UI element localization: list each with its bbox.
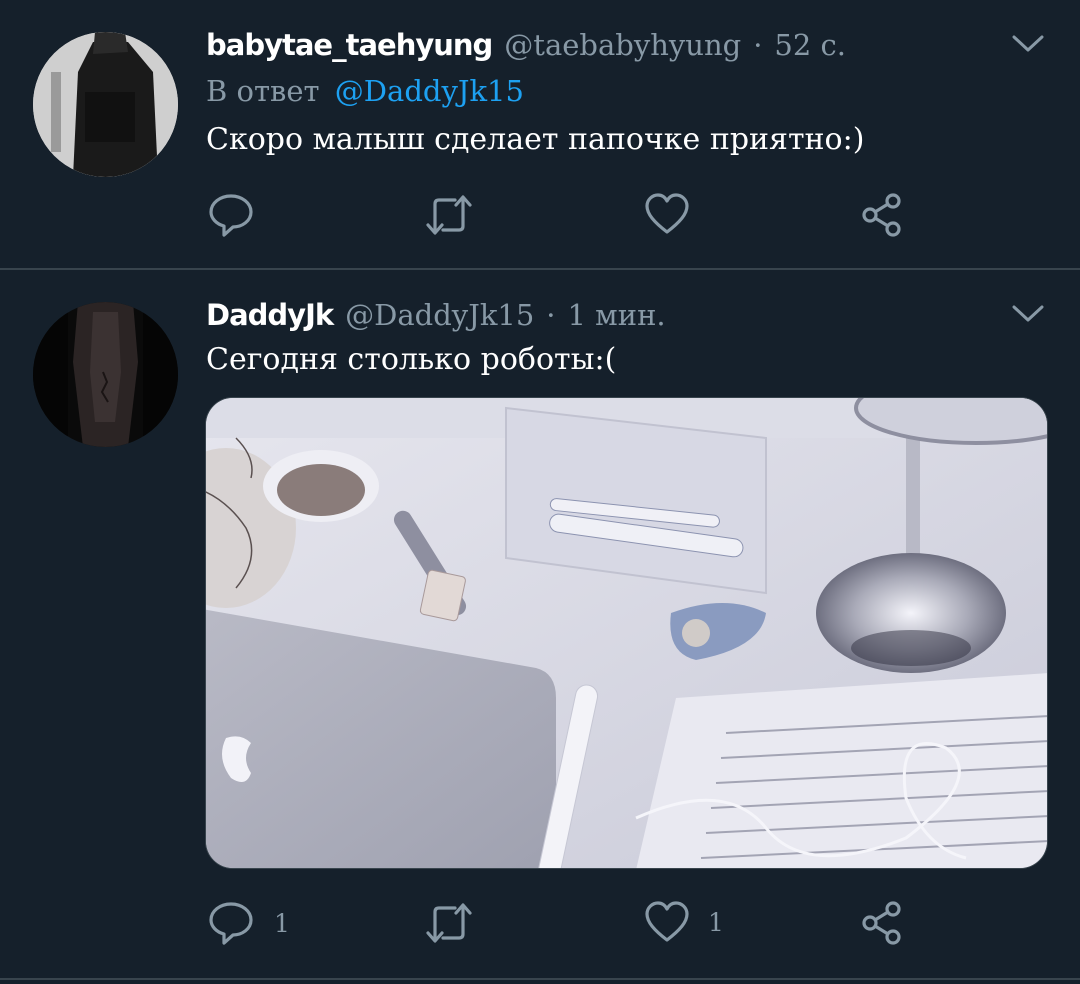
reply-icon — [206, 900, 256, 946]
reply-button[interactable] — [206, 192, 274, 238]
separator: · — [753, 28, 763, 62]
reply-button[interactable]: 1 — [206, 900, 290, 946]
reply-icon — [206, 192, 256, 238]
like-button[interactable] — [644, 192, 708, 236]
reply-prefix: В ответ — [206, 74, 320, 108]
retweet-icon — [422, 192, 476, 238]
retweet-button[interactable] — [422, 900, 476, 946]
share-button[interactable] — [860, 900, 906, 946]
user-handle[interactable]: @DaddyJk15 — [345, 298, 534, 332]
user-handle[interactable]: @taebabyhyung — [504, 28, 741, 62]
heart-icon — [644, 192, 690, 236]
reply-context: В ответ @DaddyJk15 — [206, 74, 524, 108]
timestamp[interactable]: 1 мин. — [568, 298, 666, 332]
tweet-1[interactable]: babytae_taehyung @taebabyhyung · 52 с. В… — [0, 0, 1080, 268]
display-name[interactable]: DaddyJk — [206, 298, 334, 332]
tweet-media-image[interactable] — [205, 397, 1048, 869]
tweet-actions — [206, 192, 926, 242]
tweet-text: Скоро малыш сделает папочке приятно:) — [206, 122, 865, 157]
share-icon — [860, 192, 906, 238]
chevron-down-icon[interactable] — [1012, 304, 1044, 328]
like-count: 1 — [708, 907, 724, 937]
chevron-down-icon[interactable] — [1012, 34, 1044, 58]
tweet-header: babytae_taehyung @taebabyhyung · 52 с. — [206, 28, 846, 62]
avatar[interactable] — [33, 302, 178, 447]
retweet-icon — [422, 900, 476, 946]
divider — [0, 978, 1080, 980]
timestamp[interactable]: 52 с. — [774, 28, 846, 62]
display-name[interactable]: babytae_taehyung — [206, 28, 493, 62]
heart-icon — [644, 900, 690, 944]
tweet-text: Сегодня столько роботы:( — [206, 342, 617, 377]
tweet-header: DaddyJk @DaddyJk15 · 1 мин. — [206, 298, 666, 332]
share-icon — [860, 900, 906, 946]
tweet-actions: 1 1 — [206, 900, 926, 950]
mention-link[interactable]: @DaddyJk15 — [335, 74, 524, 108]
share-button[interactable] — [860, 192, 906, 238]
reply-count: 1 — [274, 908, 290, 938]
avatar[interactable] — [33, 32, 178, 177]
separator: · — [546, 298, 556, 332]
like-button[interactable]: 1 — [644, 900, 724, 944]
retweet-button[interactable] — [422, 192, 476, 238]
